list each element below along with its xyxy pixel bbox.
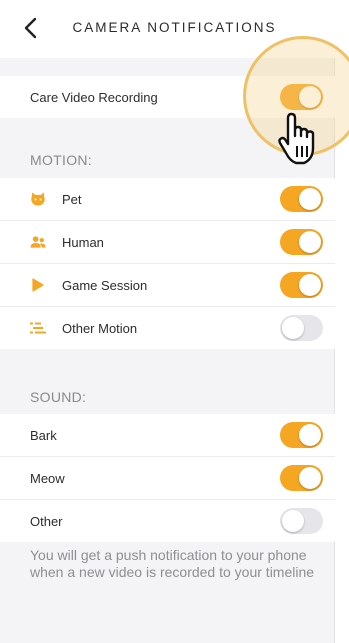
care-video-toggle[interactable] [280,84,323,110]
toggle-knob [282,317,304,339]
sound-row-other[interactable]: Other [0,500,335,542]
human-toggle[interactable] [280,229,323,255]
motion-lines-icon [30,320,46,336]
pet-toggle[interactable] [280,186,323,212]
motion-row-pet[interactable]: Pet [0,178,335,220]
game-session-toggle[interactable] [280,272,323,298]
meow-toggle[interactable] [280,465,323,491]
play-icon [30,277,46,293]
motion-row-human[interactable]: Human [0,221,335,263]
bark-toggle[interactable] [280,422,323,448]
footer-note: You will get a push notification to your… [30,547,315,580]
motion-row-label: Other Motion [62,320,138,336]
header-bar: CAMERA NOTIFICATIONS [0,0,335,58]
toggle-knob [299,86,321,108]
care-video-row[interactable]: Care Video Recording [0,76,335,118]
toggle-knob [282,510,304,532]
toggle-knob [299,231,321,253]
sound-row-label: Meow [30,470,65,486]
toggle-knob [299,274,321,296]
motion-row-label: Human [62,234,104,250]
sound-row-label: Bark [30,427,57,443]
motion-row-label: Game Session [62,277,148,293]
motion-section-label: MOTION: [30,152,92,168]
pet-icon [30,191,46,207]
sound-section-label: SOUND: [30,389,87,405]
human-icon [30,234,46,250]
sound-row-bark[interactable]: Bark [0,414,335,456]
other-motion-toggle[interactable] [280,315,323,341]
motion-row-game-session[interactable]: Game Session [0,264,335,306]
notifications-screen: CAMERA NOTIFICATIONS Care Video Recordin… [0,0,335,643]
other-sound-toggle[interactable] [280,508,323,534]
sound-row-meow[interactable]: Meow [0,457,335,499]
toggle-knob [299,188,321,210]
care-video-label: Care Video Recording [30,89,158,105]
motion-row-label: Pet [62,191,82,207]
page-title: CAMERA NOTIFICATIONS [72,20,277,35]
toggle-knob [299,467,321,489]
toggle-knob [299,424,321,446]
sound-row-label: Other [30,513,63,529]
motion-row-other-motion[interactable]: Other Motion [0,307,335,349]
